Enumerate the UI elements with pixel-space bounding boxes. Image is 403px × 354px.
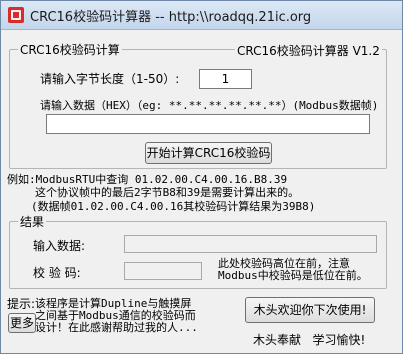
data-label: 请输入数据（HEX）（eg: **.**.**.**.**.**）(Modbus…: [40, 99, 379, 112]
more-button[interactable]: 更多: [8, 313, 36, 333]
note-line-2: Modbus中校验码是低位在前。: [218, 269, 368, 282]
length-label: 请输入字节长度（1-50）:: [40, 72, 180, 86]
input-data-label: 输入数据:: [33, 239, 86, 253]
data-input[interactable]: [46, 114, 370, 134]
start-calc-button[interactable]: 开始计算CRC16校验码: [145, 142, 272, 164]
title-bar[interactable]: CRC16校验码计算器 -- http:\\roadqq.21ic.org: [1, 1, 402, 30]
result-groupbox: 结果 输入数据: 校 验 码: 此处校验码高位在前，注意 Modbus中校验码是…: [9, 213, 387, 289]
tip-line-3: 设计！在此感谢帮助过我的人...: [35, 321, 198, 334]
tip-label: 提示:: [7, 297, 36, 311]
example-line-3: (数据帧01.02.00.C4.00.16其校验码计算结果为39B8): [31, 200, 316, 213]
app-window: CRC16校验码计算器 -- http:\\roadqq.21ic.org CR…: [0, 0, 403, 354]
window-title: CRC16校验码计算器 -- http:\\roadqq.21ic.org: [30, 10, 312, 25]
input-data-field[interactable]: [124, 235, 377, 253]
calc-groupbox: CRC16校验码计算 CRC16校验码计算器 V1.2 请输入字节长度（1-50…: [9, 41, 387, 169]
welcome-button[interactable]: 木头欢迎你下次使用!: [245, 297, 375, 323]
app-icon: [8, 7, 24, 23]
length-input[interactable]: 1: [199, 69, 252, 89]
result-group-label: 结果: [18, 213, 47, 230]
version-label: CRC16校验码计算器 V1.2: [235, 42, 382, 59]
signature-label: 木头奉献 学习愉快!: [253, 333, 366, 347]
check-code-label: 校 验 码:: [33, 266, 81, 280]
calc-group-label: CRC16校验码计算: [18, 41, 122, 58]
check-code-field[interactable]: [124, 262, 202, 280]
